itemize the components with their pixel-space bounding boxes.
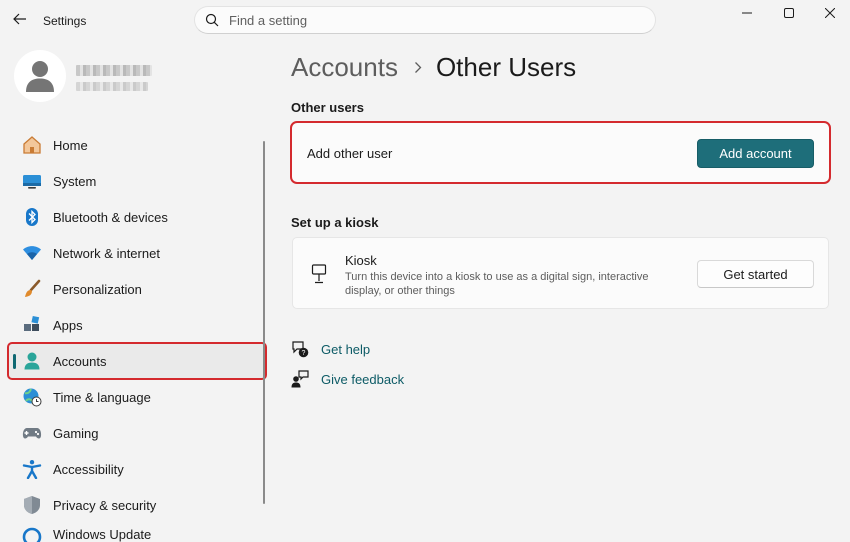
breadcrumb: Accounts Other Users (291, 50, 576, 84)
sidebar-item-network[interactable]: Network & internet (8, 235, 266, 271)
minimize-icon (742, 12, 752, 14)
page-title: Other Users (435, 51, 577, 82)
give-feedback-label: Give feedback (321, 371, 405, 387)
paintbrush-icon (22, 279, 42, 299)
sidebar-item-accessibility[interactable]: Accessibility (8, 451, 266, 487)
close-button[interactable] (808, 0, 850, 26)
get-help-link[interactable]: ? Get help (291, 339, 370, 359)
sidebar-nav: Home System Bluetooth & devices Network … (7, 127, 267, 542)
kiosk-title: Kiosk (345, 253, 377, 268)
other-users-heading: Other users (291, 100, 364, 115)
accounts-person-icon (22, 351, 42, 371)
sidebar-item-windows-update[interactable]: Windows Update (8, 523, 266, 542)
maximize-button[interactable] (767, 0, 811, 26)
app-title: Settings (43, 14, 87, 28)
gamepad-icon (22, 423, 42, 443)
user-avatar-icon (26, 61, 54, 92)
shield-icon (22, 495, 42, 515)
kiosk-description: Turn this device into a kiosk to use as … (345, 271, 649, 297)
user-email-redacted (76, 82, 148, 91)
kiosk-card: Kiosk Turn this device into a kiosk to u… (292, 237, 829, 309)
sidebar-item-accounts[interactable]: Accounts (7, 342, 267, 380)
bluetooth-icon (22, 207, 42, 227)
search-box[interactable] (194, 6, 656, 34)
sidebar-item-time-language[interactable]: Time & language (8, 379, 266, 415)
back-arrow-icon (13, 13, 26, 25)
feedback-icon (291, 370, 309, 388)
sidebar-item-label: Personalization (53, 281, 142, 297)
sidebar-item-label: Windows Update (53, 527, 152, 542)
windows-update-icon (22, 527, 42, 542)
get-started-button[interactable]: Get started (697, 260, 814, 288)
globe-clock-icon (22, 387, 42, 407)
sidebar-scrollbar[interactable] (263, 141, 265, 504)
wifi-icon (22, 243, 42, 263)
sidebar-item-label: Accessibility (53, 461, 124, 477)
accessibility-person-icon (22, 459, 42, 479)
sidebar-item-label: Bluetooth & devices (53, 209, 168, 225)
title-bar: Settings (0, 0, 850, 42)
user-profile[interactable] (14, 50, 264, 104)
sidebar-item-privacy-security[interactable]: Privacy & security (8, 487, 266, 523)
sidebar-item-apps[interactable]: Apps (8, 307, 266, 343)
sidebar-item-label: Accounts (53, 353, 107, 369)
close-icon (825, 8, 835, 18)
sidebar-item-label: System (53, 173, 97, 189)
sidebar-item-label: Gaming (53, 425, 99, 441)
sidebar-item-system[interactable]: System (8, 163, 266, 199)
sidebar-item-home[interactable]: Home (8, 127, 266, 163)
give-feedback-link[interactable]: Give feedback (291, 369, 404, 389)
kiosk-heading: Set up a kiosk (291, 215, 379, 230)
search-input[interactable] (229, 11, 629, 29)
sidebar-item-label: Home (53, 137, 88, 153)
help-chat-icon: ? (291, 340, 309, 358)
sidebar-item-gaming[interactable]: Gaming (8, 415, 266, 451)
avatar (14, 50, 66, 102)
sidebar-item-label: Time & language (53, 389, 151, 405)
minimize-button[interactable] (725, 0, 769, 26)
search-icon (205, 13, 219, 27)
get-help-label: Get help (321, 341, 371, 357)
svg-text:?: ? (302, 350, 306, 357)
kiosk-icon (311, 264, 327, 284)
breadcrumb-parent-link[interactable]: Accounts (291, 52, 398, 83)
add-account-button[interactable]: Add account (697, 139, 814, 168)
maximize-icon (784, 8, 794, 18)
sidebar-item-label: Apps (53, 317, 83, 333)
monitor-icon (22, 171, 42, 191)
apps-grid-icon (22, 315, 42, 335)
back-button[interactable] (8, 6, 32, 32)
sidebar-item-personalization[interactable]: Personalization (8, 271, 266, 307)
sidebar-item-label: Privacy & security (53, 497, 157, 513)
add-other-user-card: Add other user Add account (290, 121, 831, 184)
add-other-user-label: Add other user (307, 146, 393, 161)
home-icon (22, 135, 42, 155)
user-name-redacted (76, 65, 152, 76)
sidebar-item-label: Network & internet (53, 245, 160, 261)
chevron-right-icon (414, 61, 422, 74)
sidebar-item-bluetooth[interactable]: Bluetooth & devices (8, 199, 266, 235)
